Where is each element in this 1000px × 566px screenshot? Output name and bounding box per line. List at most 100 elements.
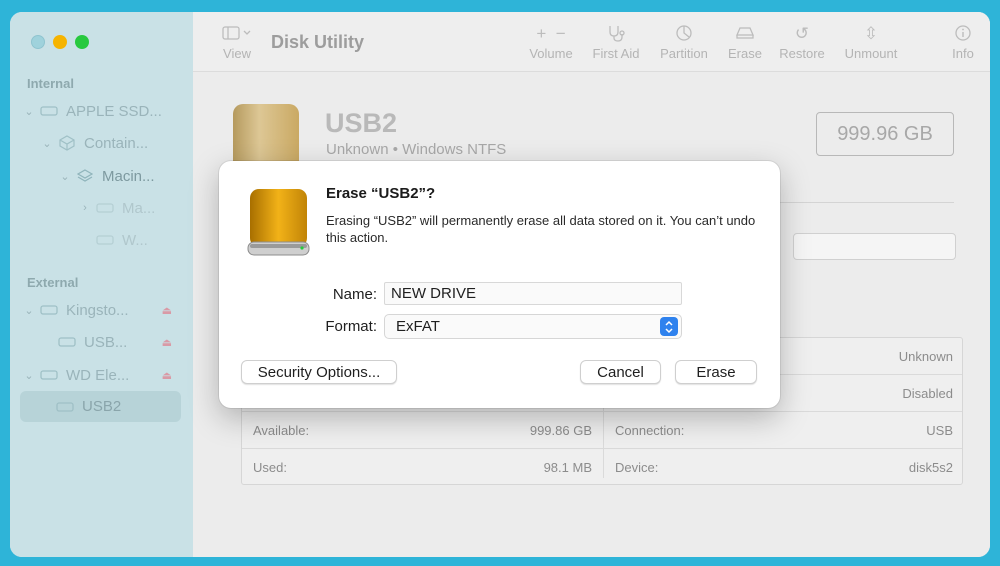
volume-label: Volume	[529, 46, 573, 61]
sidebar-heading-external: External	[27, 275, 79, 290]
info-value: USB	[926, 422, 953, 438]
sidebar-item-container[interactable]: ⌄ Contain...	[40, 129, 187, 157]
info-row-available: Available: 999.86 GB	[242, 412, 603, 448]
sidebar-item-label: APPLE SSD...	[66, 102, 162, 120]
info-value: Unknown	[898, 348, 953, 364]
window-controls	[31, 35, 89, 49]
erase-dialog: Erase “USB2”? Erasing “USB2” will perman…	[219, 161, 780, 408]
zoom-button[interactable]	[75, 35, 89, 49]
sidebar-heading-internal: Internal	[27, 76, 74, 91]
erase-toolbar-button[interactable]: Erase	[724, 24, 766, 61]
info-button[interactable]: Info	[945, 24, 981, 61]
security-options-button[interactable]: Security Options...	[241, 360, 397, 384]
sidebar-item-macintosh[interactable]: ⌄ Macin...	[58, 162, 187, 190]
name-field[interactable]	[384, 282, 682, 305]
restore-label: Restore	[779, 46, 825, 61]
dialog-title: Erase “USB2”?	[326, 185, 436, 202]
info-value: Disabled	[902, 385, 953, 401]
sidebar-item-label: Macin...	[102, 167, 155, 185]
info-label: Info	[952, 46, 974, 61]
chevron-down-icon[interactable]: ⌄	[22, 369, 36, 382]
volume-stack-icon	[76, 169, 94, 183]
app-title: Disk Utility	[271, 32, 365, 52]
toolbar: View Disk Utility + − Volume First Aid P…	[193, 12, 990, 72]
dialog-message: Erasing “USB2” will permanently erase al…	[326, 213, 756, 245]
sidebar-item-label: USB...	[84, 333, 128, 351]
chevron-down-icon[interactable]: ⌄	[22, 304, 36, 317]
plus-minus-icon: + −	[536, 24, 566, 43]
drive-icon	[96, 201, 114, 215]
stethoscope-icon	[590, 24, 642, 46]
container-icon	[58, 135, 76, 151]
info-label: Available:	[253, 422, 310, 438]
info-label: Connection:	[615, 422, 685, 438]
unmount-button[interactable]: ⇳ Unmount	[841, 24, 901, 61]
sidebar-item-usb[interactable]: USB... ⏏	[40, 328, 172, 356]
sidebar-item-label: Contain...	[84, 134, 149, 152]
erase-button[interactable]: Erase	[675, 360, 757, 384]
sidebar-item-macintosh-hd[interactable]: › Ma...	[78, 194, 187, 222]
drive-icon	[40, 303, 58, 317]
sidebar-item-usb2[interactable]: USB2	[20, 391, 181, 422]
unmount-label: Unmount	[844, 46, 898, 61]
info-value: disk5s2	[908, 459, 953, 475]
info-row-device: Device: disk5s2	[604, 449, 964, 485]
drive-icon	[56, 400, 74, 414]
sidebar-item-label: W...	[122, 231, 148, 249]
format-label: Format:	[325, 318, 377, 335]
drive-icon	[58, 335, 76, 349]
eject-icon[interactable]: ⏏	[162, 336, 172, 349]
first-aid-label: First Aid	[592, 46, 640, 61]
format-value: ExFAT	[396, 318, 440, 335]
cancel-button[interactable]: Cancel	[580, 360, 661, 384]
drive-icon	[96, 233, 114, 247]
eject-icon[interactable]: ⏏	[162, 304, 172, 317]
sidebar-item-label: WD Ele...	[66, 366, 130, 384]
eraser-drive-icon	[724, 24, 766, 46]
info-icon	[945, 24, 981, 46]
disk-name: USB2	[325, 108, 398, 138]
sidebar-item-apple-ssd[interactable]: ⌄ APPLE SSD...	[22, 97, 187, 125]
info-label: Device:	[615, 459, 659, 475]
chevron-down-icon[interactable]: ⌄	[58, 170, 72, 183]
usage-bar	[793, 233, 956, 260]
external-drive-icon	[244, 187, 313, 257]
name-label: Name:	[332, 286, 377, 303]
sidebar-toggle-icon	[218, 26, 256, 46]
first-aid-button[interactable]: First Aid	[590, 24, 642, 61]
erase-label: Erase	[728, 46, 762, 61]
info-row-used: Used: 98.1 MB	[242, 449, 603, 485]
eject-icon[interactable]: ⏏	[162, 369, 172, 382]
close-button[interactable]	[31, 35, 45, 49]
info-value: 98.1 MB	[543, 459, 592, 475]
sidebar-item-windows[interactable]: W...	[92, 226, 187, 254]
chevron-down-icon[interactable]: ⌄	[22, 105, 36, 118]
info-value: 999.86 GB	[529, 422, 592, 438]
minimize-button[interactable]	[53, 35, 67, 49]
sidebar-item-label: USB2	[82, 398, 122, 415]
sidebar-item-kingston[interactable]: ⌄ Kingsto... ⏏	[22, 296, 172, 324]
disk-subtitle: Unknown • Windows NTFS	[326, 141, 507, 158]
restore-button[interactable]: ↺ Restore	[777, 24, 827, 61]
chevron-down-icon[interactable]: ⌄	[40, 137, 54, 150]
drive-icon	[40, 368, 58, 382]
info-label: Used:	[253, 459, 287, 475]
info-row-connection: Connection: USB	[604, 412, 964, 448]
unmount-icon: ⇳	[863, 24, 879, 43]
partition-label: Partition	[660, 46, 708, 61]
view-button[interactable]: View	[218, 26, 256, 61]
partition-button[interactable]: Partition	[655, 24, 713, 61]
chevron-up-down-icon[interactable]	[660, 317, 678, 336]
pie-icon	[655, 24, 713, 46]
restore-icon: ↺	[794, 24, 810, 43]
chevron-right-icon[interactable]: ›	[78, 202, 92, 214]
sidebar-item-label: Ma...	[122, 199, 156, 217]
drive-icon	[40, 104, 58, 118]
sidebar: Internal ⌄ APPLE SSD... ⌄ Contain... ⌄ M…	[10, 12, 193, 557]
disk-size-badge: 999.96 GB	[816, 112, 954, 156]
sidebar-item-label: Kingsto...	[66, 301, 129, 319]
view-label: View	[223, 46, 251, 61]
volume-button[interactable]: + − Volume	[526, 24, 576, 61]
format-select[interactable]: ExFAT	[384, 314, 682, 339]
sidebar-item-wd-elements[interactable]: ⌄ WD Ele... ⏏	[22, 361, 172, 389]
